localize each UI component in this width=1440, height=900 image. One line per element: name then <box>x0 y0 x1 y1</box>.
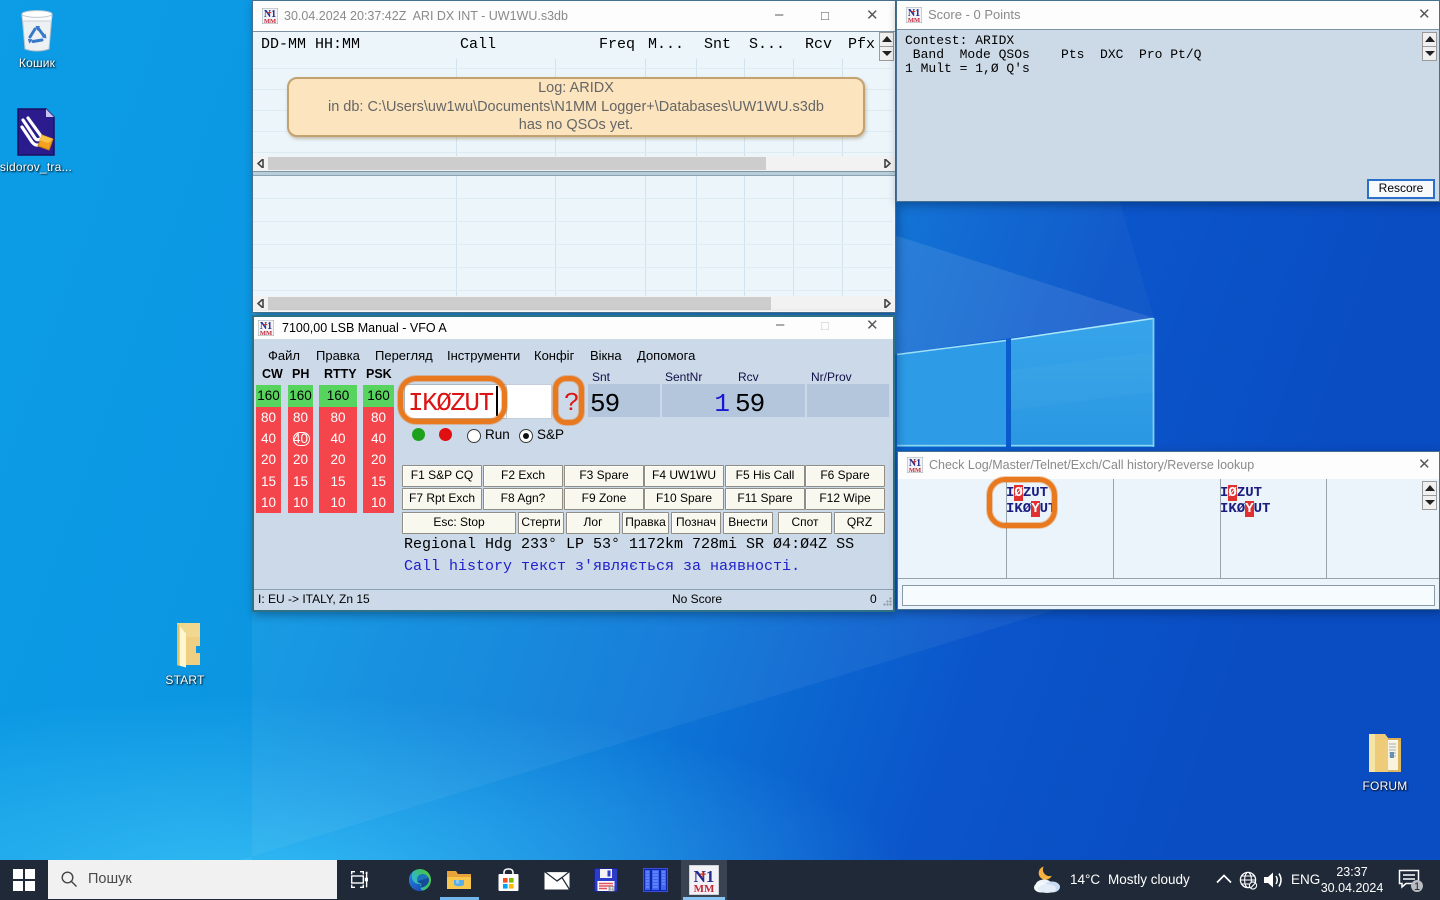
svg-text:MM: MM <box>260 330 272 336</box>
svg-text:MM: MM <box>908 17 920 23</box>
svg-text:MM: MM <box>909 467 921 473</box>
svg-text:MM: MM <box>264 18 276 24</box>
svg-text:+: + <box>700 869 706 881</box>
svg-text:+: + <box>263 322 267 329</box>
svg-text:+: + <box>267 10 271 17</box>
svg-text:+: + <box>912 459 916 466</box>
svg-text:MM: MM <box>694 883 715 895</box>
svg-text:51: 51 <box>609 886 614 891</box>
svg-text:+: + <box>911 9 915 16</box>
svg-text:1: 1 <box>1414 881 1420 893</box>
